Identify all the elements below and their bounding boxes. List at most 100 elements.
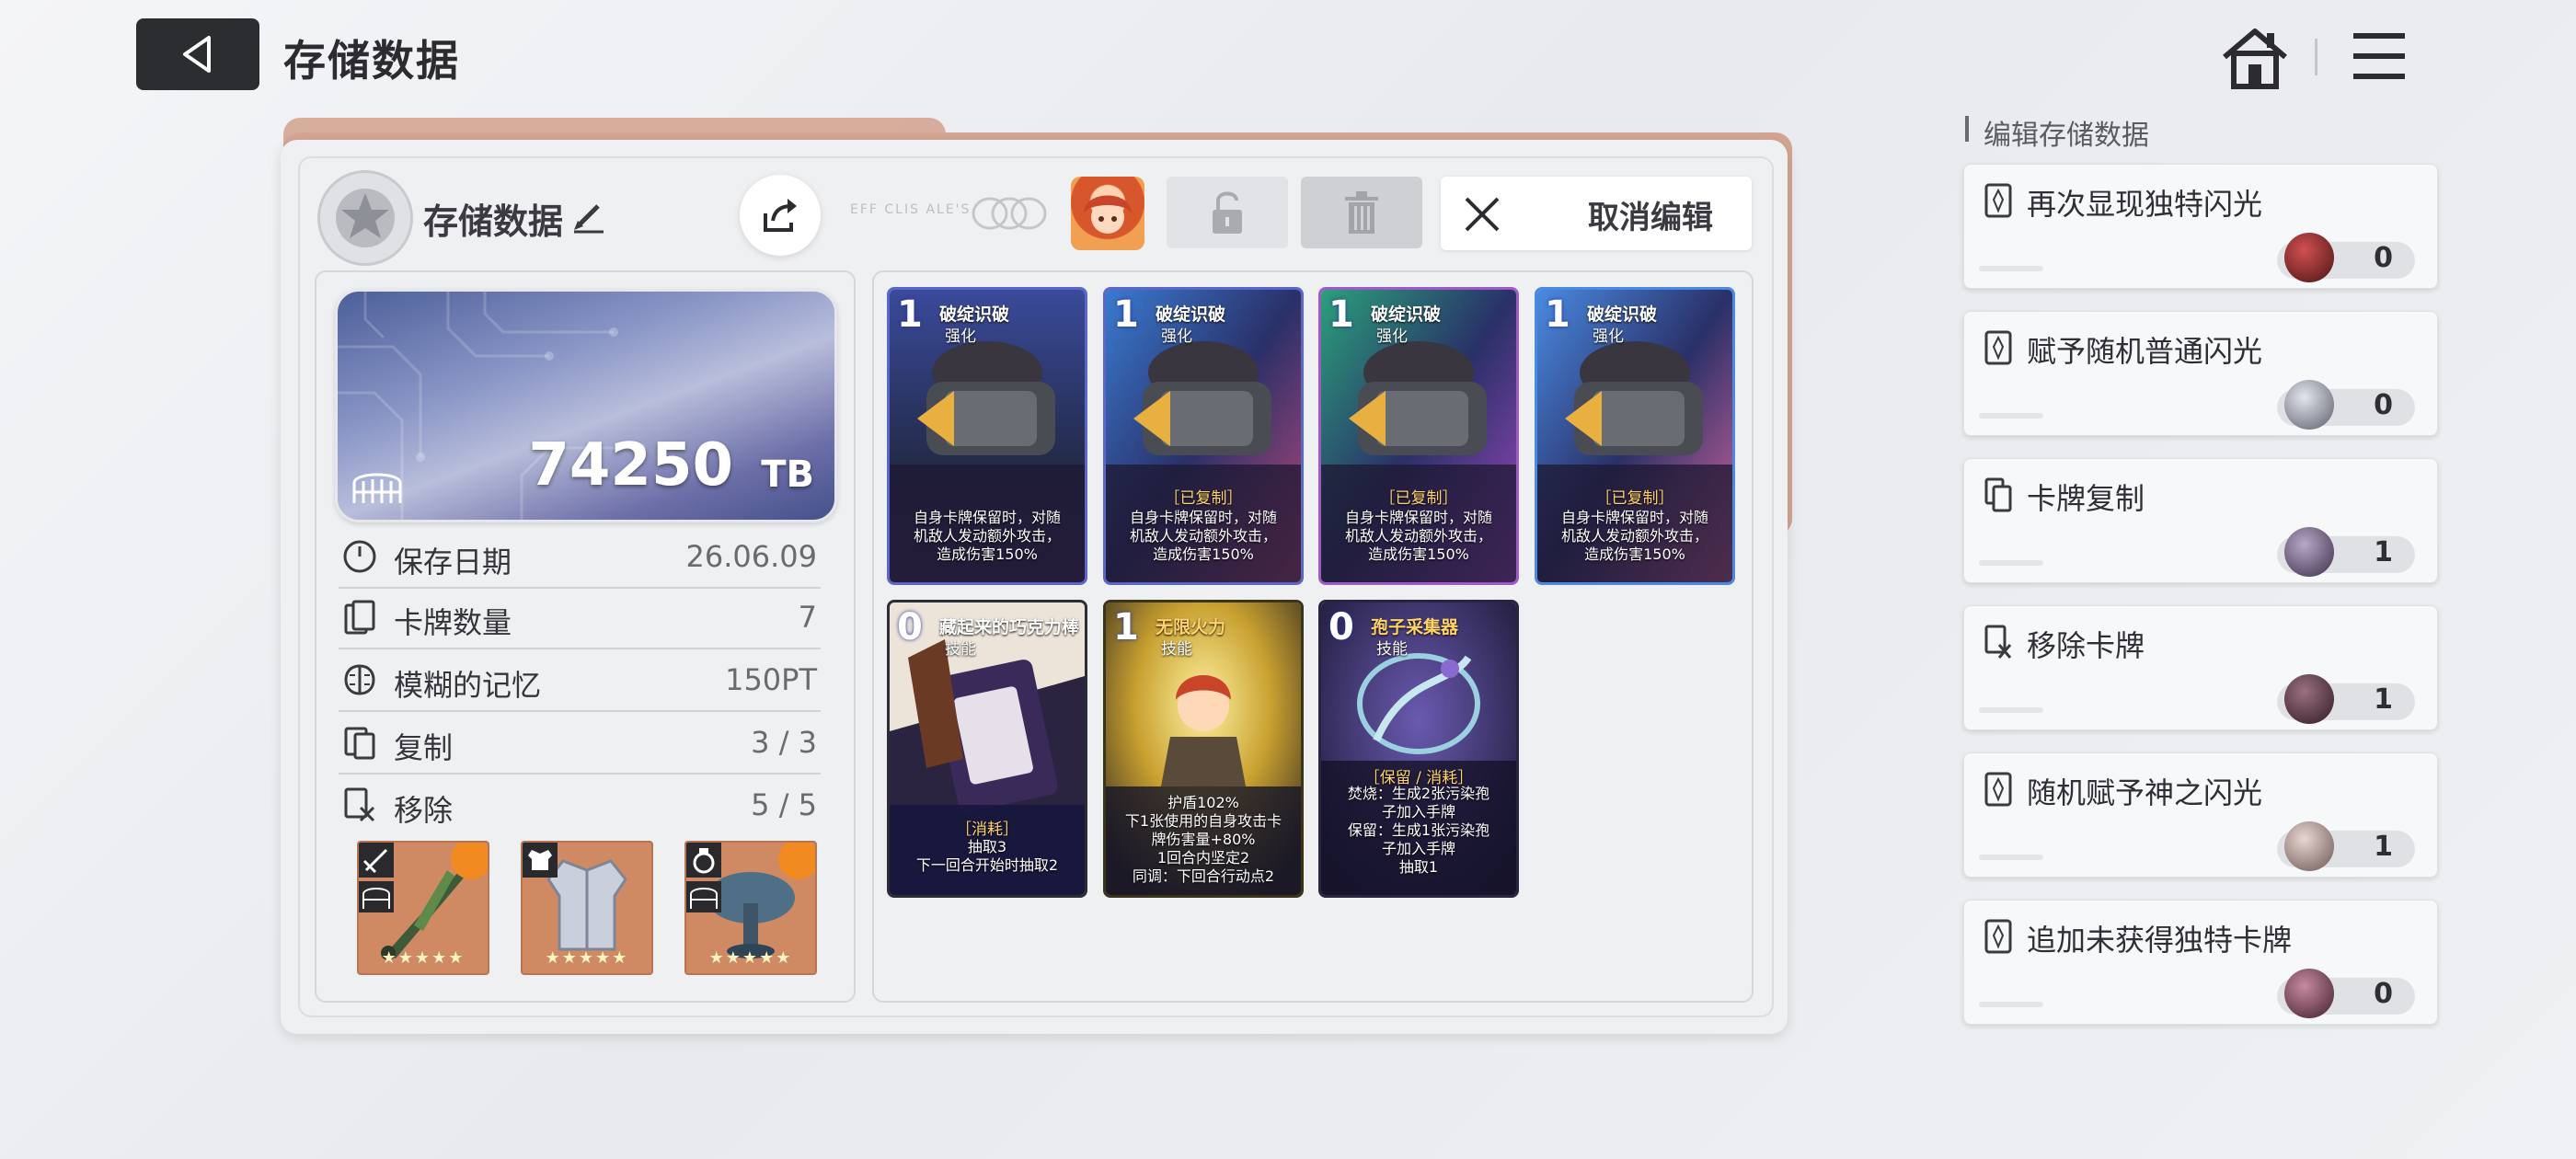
trash-icon [1345,191,1378,234]
card-name: 破绽识破 [1371,304,1442,325]
home-button[interactable] [2219,24,2291,90]
stat-label: 移除 [394,793,454,828]
card-description: 自身卡牌保留时，对随 机敌人发动额外攻击， 造成伤害150% [1327,509,1511,564]
option-footnote-decoration [1979,855,2043,860]
stat-row-card-count: 卡牌数量 7 [339,587,821,649]
card-desc-line: 机敌人发动额外攻击， [1560,527,1708,545]
option-count: 1 [2374,536,2393,568]
remove-card-icon [344,787,375,822]
card-name: 破绽识破 [939,304,1010,325]
option-label: 赋予随机普通闪光 [2027,334,2263,369]
stat-value: 5 / 5 [751,787,817,822]
save-emblem-badge [317,170,413,266]
card-desc-line: 保留：生成1张污染孢 [1347,821,1490,839]
decorative-text: EFF CLIS ALE'S. [850,202,977,217]
card-desc-line: 造成伤害150% [1584,545,1685,563]
card-desc-line: 下一回合开始时抽取2 [915,856,1059,874]
card-cost: 1 [897,293,923,336]
option-reveal-unique-flash[interactable]: 再次显现独特闪光 0 [1963,164,2438,289]
option-count: 1 [2374,831,2393,863]
card-2[interactable]: 1 破绽识破 强化 ［已复制］ 自身卡牌保留时，对随 机敌人发动额外攻击， 造成… [1318,287,1519,585]
copy-card-icon [1984,477,2012,512]
card-desc-line: 子加入手牌 [1381,840,1455,857]
option-add-unique-card[interactable]: 追加未获得独特卡牌 0 [1963,900,2438,1025]
equipment-slot-armor[interactable]: ★★★★★ [521,841,653,975]
option-count: 0 [2374,978,2393,1010]
card-cost: 1 [1113,606,1139,648]
card-0[interactable]: 1 破绽识破 强化 自身卡牌保留时，对随 机敌人发动额外攻击， 造成伤害150% [887,287,1087,585]
card-desc-line: 子加入手牌 [1381,803,1455,820]
option-footnote-decoration [1979,266,2043,271]
option-footnote-decoration [1979,707,2043,713]
equipment-stars: ★★★★★ [708,948,793,968]
resource-orb-icon [2284,821,2334,871]
equipment-slot-accessory[interactable]: ★★★★★ [684,841,817,975]
card-desc-line: 自身卡牌保留时，对随 [913,509,1061,526]
card-tag: ［消耗］ [956,820,1018,839]
option-footnote-decoration [1979,413,2043,419]
option-random-god-flash[interactable]: 随机赋予神之闪光 1 [1963,752,2438,878]
toolbar-divider [2315,39,2317,75]
equipment-slot-weapon[interactable]: ★★★★★ [357,841,489,975]
character-portrait[interactable] [1071,177,1144,250]
menu-button[interactable] [2352,31,2407,81]
option-remove-card[interactable]: 移除卡牌 1 [1963,605,2438,730]
stat-value: 26.06.09 [685,539,818,574]
edit-name-button[interactable] [570,197,607,234]
stat-label: 保存日期 [394,545,512,580]
equipment-stars: ★★★★★ [545,948,629,968]
card-6[interactable]: 0 孢子采集器 技能 ［保留 / 消耗］ 焚烧：生成2张污染孢 子加入手牌 保留… [1318,600,1519,898]
card-type: 技能 [1376,640,1408,659]
card-description: 焚烧：生成2张污染孢 子加入手牌 保留：生成1张污染孢 子加入手牌 抽取1 [1327,785,1511,877]
option-random-common-flash[interactable]: 赋予随机普通闪光 0 [1963,311,2438,436]
storage-server-icon [686,881,721,912]
card-tag: ［已复制］ [1164,489,1243,508]
card-description: 护盾102% 下1张使用的自身攻击卡 牌伤害量+80% 1回合内坚定2 同调：下… [1111,794,1295,886]
stat-row-remove: 移除 5 / 5 [339,775,821,835]
card-desc-line: 机敌人发动额外攻击， [1129,527,1277,545]
storage-server-icon [359,881,394,912]
stat-label: 模糊的记忆 [394,668,542,703]
card-desc-line: 机敌人发动额外攻击， [913,527,1061,545]
card-desc-line: 1回合内坚定2 [1156,849,1250,866]
card-name: 破绽识破 [1587,304,1658,325]
lock-button[interactable] [1167,177,1288,248]
delete-button[interactable] [1301,177,1422,248]
back-button[interactable] [136,18,259,90]
share-icon [764,199,797,232]
remove-card-icon [1984,625,2012,659]
card-type: 强化 [945,327,976,346]
card-desc-line: 护盾102% [1167,794,1239,811]
stat-value: 3 / 3 [751,725,817,760]
card-type: 技能 [945,640,976,659]
card-5[interactable]: 1 无限火力 技能 护盾102% 下1张使用的自身攻击卡 牌伤害量+80% 1回… [1103,600,1304,898]
card-1[interactable]: 1 破绽识破 强化 ［已复制］ 自身卡牌保留时，对随 机敌人发动额外攻击， 造成… [1103,287,1304,585]
back-arrow-icon [183,36,211,73]
equipment-stars: ★★★★★ [381,948,466,968]
card-desc-line: 焚烧：生成2张污染孢 [1347,785,1490,802]
option-label: 卡牌复制 [2027,481,2145,516]
option-count: 0 [2374,389,2393,421]
option-footnote-decoration [1979,560,2043,566]
card-desc-line: 抽取3 [967,838,1007,855]
page-title: 存储数据 [283,36,460,86]
sidebar-title-accent [1965,116,1969,142]
save-name: 存储数据 [423,201,564,242]
unlock-icon [1213,191,1242,234]
option-card-copy[interactable]: 卡牌复制 1 [1963,458,2438,583]
card-4[interactable]: 0 藏起来的巧克力棒 技能 ［消耗］ 抽取3 下一回合开始时抽取2 [887,600,1087,898]
flash-card-icon [1984,330,2012,365]
stat-row-save-date: 保存日期 26.06.09 [339,526,821,589]
close-x-icon [1465,197,1500,232]
card-desc-line: 自身卡牌保留时，对随 [1129,509,1277,526]
option-count: 0 [2374,242,2393,274]
card-3[interactable]: 1 破绽识破 强化 ［已复制］ 自身卡牌保留时，对随 机敌人发动额外攻击， 造成… [1535,287,1735,585]
card-cost: 1 [1545,293,1570,336]
character-avatar-icon [1084,195,1132,234]
card-desc-line: 牌伤害量+80% [1151,831,1256,848]
share-button[interactable] [740,175,821,256]
option-count: 1 [2374,683,2393,716]
card-count-icon [344,600,375,635]
stat-value: 7 [798,600,817,635]
cancel-edit-button[interactable]: 取消编辑 [1441,177,1752,250]
